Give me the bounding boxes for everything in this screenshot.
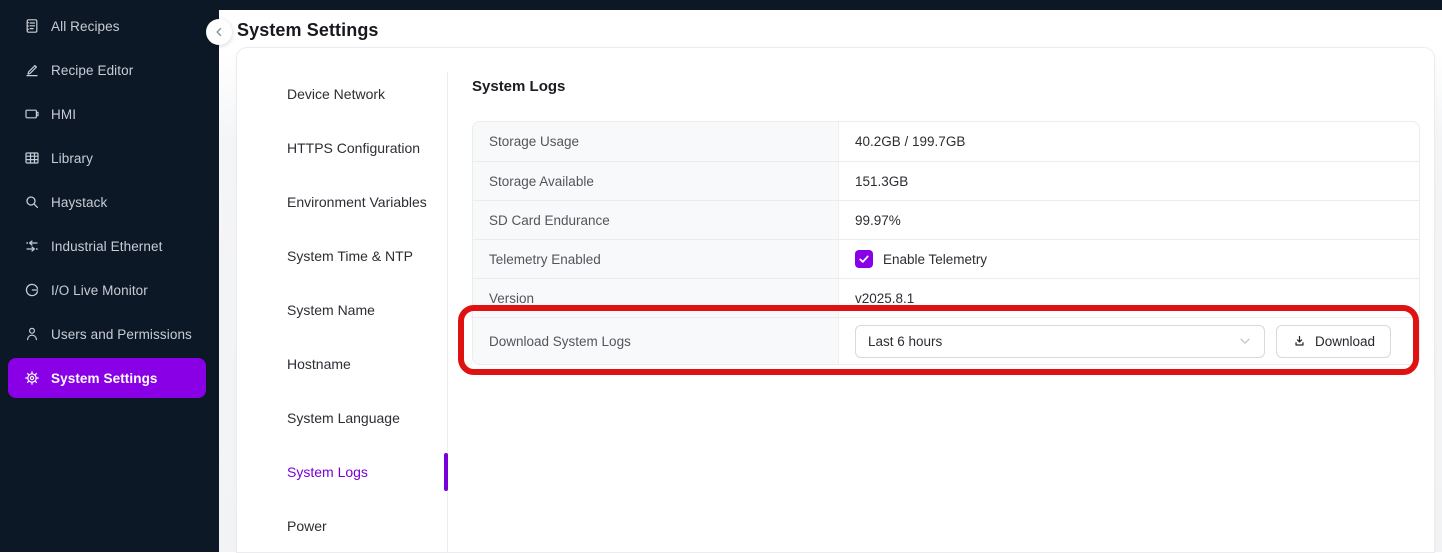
- sidebar-item-recipe-editor[interactable]: Recipe Editor: [0, 48, 219, 92]
- sidebar-item-io-live-monitor[interactable]: I/O Live Monitor: [0, 268, 219, 312]
- settings-nav-system-logs[interactable]: System Logs: [237, 445, 447, 499]
- hmi-icon: [24, 106, 40, 122]
- library-icon: [24, 150, 40, 166]
- sidebar-item-label: Users and Permissions: [51, 327, 192, 342]
- row-label: Download System Logs: [473, 318, 839, 364]
- gear-icon: [24, 370, 40, 386]
- row-label: Storage Available: [473, 162, 839, 200]
- row-value: 99.97%: [839, 201, 1419, 239]
- download-button[interactable]: Download: [1276, 325, 1391, 358]
- settings-nav: Device Network HTTPS Configuration Envir…: [237, 67, 447, 553]
- sidebar-item-label: System Settings: [51, 371, 158, 386]
- row-value: 151.3GB: [839, 162, 1419, 200]
- sidebar-item-hmi[interactable]: HMI: [0, 92, 219, 136]
- nav-item-label: Hostname: [287, 356, 351, 372]
- settings-nav-environment-variables[interactable]: Environment Variables: [237, 175, 447, 229]
- nav-item-label: System Name: [287, 302, 375, 318]
- download-button-label: Download: [1315, 334, 1375, 349]
- row-value: Enable Telemetry: [839, 240, 1419, 278]
- row-value: v2025.8.1: [839, 279, 1419, 317]
- sidebar-item-library[interactable]: Library: [0, 136, 219, 180]
- nav-item-label: Power: [287, 518, 327, 534]
- row-label: SD Card Endurance: [473, 201, 839, 239]
- download-icon: [1292, 334, 1307, 349]
- settings-card: Device Network HTTPS Configuration Envir…: [237, 48, 1434, 552]
- table-row-storage-available: Storage Available 151.3GB: [473, 161, 1419, 200]
- sidebar-item-label: Haystack: [51, 195, 107, 210]
- nav-item-label: Device Network: [287, 86, 385, 102]
- table-row-telemetry-enabled: Telemetry Enabled Enable Telemetry: [473, 239, 1419, 278]
- active-nav-indicator: [444, 453, 448, 491]
- nav-item-label: Environment Variables: [287, 194, 427, 210]
- system-logs-table: Storage Usage 40.2GB / 199.7GB Storage A…: [472, 121, 1420, 365]
- settings-nav-system-language[interactable]: System Language: [237, 391, 447, 445]
- sidebar-item-label: Recipe Editor: [51, 63, 133, 78]
- nav-item-label: HTTPS Configuration: [287, 140, 420, 156]
- checkmark-icon: [858, 253, 870, 265]
- nav-item-label: System Time & NTP: [287, 248, 413, 264]
- table-row-sd-card-endurance: SD Card Endurance 99.97%: [473, 200, 1419, 239]
- table-row-version: Version v2025.8.1: [473, 278, 1419, 317]
- sidebar-item-label: All Recipes: [51, 19, 120, 34]
- sidebar-item-system-settings[interactable]: System Settings: [8, 358, 206, 398]
- row-label: Storage Usage: [473, 122, 839, 161]
- nav-item-label: System Logs: [287, 464, 368, 480]
- download-controls: Last 6 hours Download: [839, 318, 1419, 364]
- nav-item-label: System Language: [287, 410, 400, 426]
- sidebar-item-label: HMI: [51, 107, 76, 122]
- sidebar-item-label: Library: [51, 151, 93, 166]
- search-icon: [24, 194, 40, 210]
- telemetry-checkbox[interactable]: [855, 250, 873, 268]
- row-label: Version: [473, 279, 839, 317]
- io-monitor-icon: [24, 282, 40, 298]
- collapse-sidebar-button[interactable]: [206, 19, 232, 45]
- sidebar-item-all-recipes[interactable]: All Recipes: [0, 4, 219, 48]
- page-title: System Settings: [237, 20, 379, 41]
- row-value: 40.2GB / 199.7GB: [839, 122, 1419, 161]
- settings-nav-system-name[interactable]: System Name: [237, 283, 447, 337]
- settings-nav-power[interactable]: Power: [237, 499, 447, 553]
- chevron-left-icon: [213, 26, 225, 38]
- ethernet-icon: [24, 238, 40, 254]
- sidebar-item-label: I/O Live Monitor: [51, 283, 148, 298]
- settings-nav-system-time-ntp[interactable]: System Time & NTP: [237, 229, 447, 283]
- sidebar-item-users-and-permissions[interactable]: Users and Permissions: [0, 312, 219, 356]
- edit-icon: [24, 62, 40, 78]
- row-label: Telemetry Enabled: [473, 240, 839, 278]
- table-row-download-system-logs: Download System Logs Last 6 hours Downlo…: [473, 317, 1419, 364]
- chevron-down-icon: [1238, 334, 1252, 348]
- sidebar-item-haystack[interactable]: Haystack: [0, 180, 219, 224]
- sidebar-item-label: Industrial Ethernet: [51, 239, 162, 254]
- checkbox-label: Enable Telemetry: [883, 252, 987, 267]
- sidebar: All Recipes Recipe Editor HMI Library Ha…: [0, 0, 219, 552]
- user-icon: [24, 326, 40, 342]
- settings-nav-device-network[interactable]: Device Network: [237, 67, 447, 121]
- settings-nav-https-configuration[interactable]: HTTPS Configuration: [237, 121, 447, 175]
- time-range-select[interactable]: Last 6 hours: [855, 325, 1265, 358]
- content-heading: System Logs: [472, 78, 565, 95]
- settings-nav-hostname[interactable]: Hostname: [237, 337, 447, 391]
- select-value: Last 6 hours: [868, 334, 942, 349]
- table-row-storage-usage: Storage Usage 40.2GB / 199.7GB: [473, 122, 1419, 161]
- sidebar-item-industrial-ethernet[interactable]: Industrial Ethernet: [0, 224, 219, 268]
- recipes-icon: [24, 18, 40, 34]
